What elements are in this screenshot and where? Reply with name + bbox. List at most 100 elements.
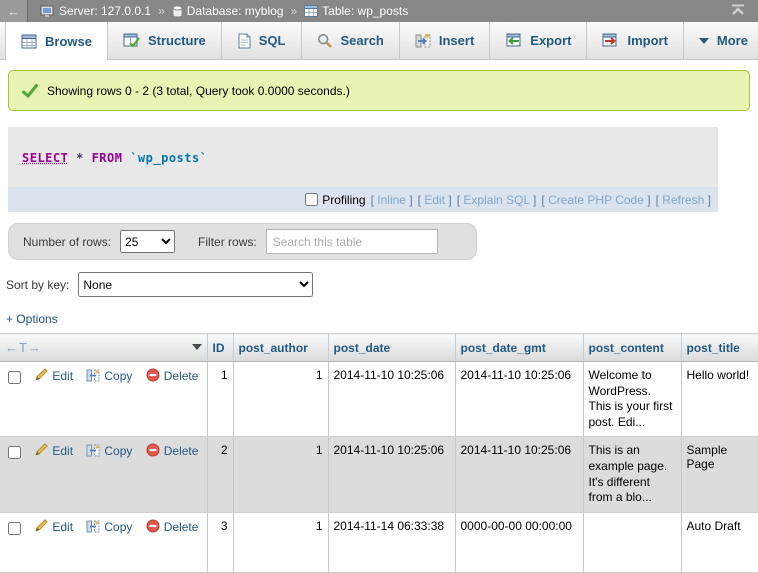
server-icon bbox=[40, 5, 55, 18]
filter-rows-input[interactable] bbox=[266, 229, 438, 254]
cell-post-title: Auto Draft bbox=[681, 512, 758, 572]
import-icon bbox=[602, 33, 619, 48]
sort-caret-icon[interactable] bbox=[192, 344, 202, 350]
export-icon bbox=[505, 33, 522, 48]
sql-keyword-select[interactable]: SELECT bbox=[22, 151, 68, 165]
tab-browse[interactable]: Browse bbox=[5, 22, 108, 60]
inline-link[interactable]: Inline bbox=[377, 193, 406, 207]
breadcrumb-database-label: Database: myblog bbox=[187, 4, 284, 18]
tab-insert[interactable]: Insert bbox=[400, 22, 490, 59]
column-header-post-date-gmt[interactable]: post_date_gmt bbox=[455, 334, 583, 362]
tab-import-label: Import bbox=[627, 33, 667, 48]
delete-row-link[interactable]: Delete bbox=[164, 369, 199, 383]
tab-more[interactable]: More bbox=[684, 22, 758, 59]
copy-row-link[interactable]: Copy bbox=[104, 520, 132, 534]
success-check-icon bbox=[22, 84, 38, 98]
results-table: ←T→ ID post_author post_date post_date_g… bbox=[0, 333, 758, 573]
edit-pencil-icon bbox=[34, 443, 48, 457]
breadcrumb-table[interactable]: Table: wp_posts bbox=[304, 4, 408, 18]
cell-post-author: 1 bbox=[233, 437, 328, 512]
profiling-checkbox[interactable] bbox=[305, 193, 318, 206]
number-of-rows-select[interactable]: 25 bbox=[120, 230, 175, 253]
table-row: Edit Copy Delete 1 1 2014-11-10 10:25:06… bbox=[0, 362, 758, 437]
table-icon bbox=[304, 5, 318, 17]
collapse-chevron-icon bbox=[730, 4, 746, 16]
create-php-code-link[interactable]: Create PHP Code bbox=[548, 193, 644, 207]
options-toggle-link[interactable]: + Options bbox=[6, 312, 58, 326]
edit-row-link[interactable]: Edit bbox=[52, 520, 73, 534]
column-header-post-date[interactable]: post_date bbox=[328, 334, 455, 362]
bracket: [ bbox=[656, 193, 659, 207]
tab-structure[interactable]: Structure bbox=[108, 22, 222, 59]
back-button[interactable]: ← bbox=[0, 0, 28, 22]
query-link-inline-group: [ Inline ] bbox=[371, 193, 413, 207]
results-header-row: ←T→ ID post_author post_date post_date_g… bbox=[0, 334, 758, 362]
column-toggle-arrows[interactable]: ←T→ bbox=[5, 340, 42, 355]
bracket: ] bbox=[409, 193, 412, 207]
profiling-label: Profiling bbox=[322, 193, 365, 207]
copy-row-icon bbox=[86, 444, 100, 457]
bracket: ] bbox=[448, 193, 451, 207]
collapse-panel-button[interactable] bbox=[730, 4, 746, 19]
sql-query: SELECT * FROM `wp_posts` bbox=[8, 127, 718, 187]
query-actions-strip: Profiling [ Inline ] [ Edit ] [ Explain … bbox=[8, 187, 718, 212]
query-link-edit-group: [ Edit ] bbox=[418, 193, 452, 207]
sql-icon bbox=[237, 33, 251, 49]
browse-icon bbox=[21, 34, 37, 49]
tab-sql-label: SQL bbox=[259, 33, 286, 48]
delete-row-icon bbox=[146, 368, 160, 382]
cell-post-content: This is an example page. It's different … bbox=[583, 437, 681, 512]
column-toggle-header[interactable]: ←T→ bbox=[0, 334, 207, 362]
breadcrumb-database[interactable]: Database: myblog bbox=[172, 4, 284, 18]
sort-by-key-select[interactable]: None bbox=[78, 272, 313, 297]
tab-sql[interactable]: SQL bbox=[222, 22, 302, 59]
delete-row-icon bbox=[146, 443, 160, 457]
tab-search[interactable]: Search bbox=[302, 22, 400, 59]
row-checkbox[interactable] bbox=[8, 371, 21, 384]
cell-post-date: 2014-11-14 06:33:38 bbox=[328, 512, 455, 572]
column-header-post-title[interactable]: post_title bbox=[681, 334, 758, 362]
success-message: Showing rows 0 - 2 (3 total, Query took … bbox=[8, 70, 750, 111]
success-message-text: Showing rows 0 - 2 (3 total, Query took … bbox=[47, 84, 350, 98]
explain-sql-link[interactable]: Explain SQL bbox=[463, 193, 529, 207]
tab-bar: Browse Structure SQL Search bbox=[0, 22, 758, 60]
copy-row-link[interactable]: Copy bbox=[104, 444, 132, 458]
cell-post-title: Sample Page bbox=[681, 437, 758, 512]
column-header-id[interactable]: ID bbox=[207, 334, 233, 362]
query-box: SELECT * FROM `wp_posts` Profiling [ Inl… bbox=[8, 127, 718, 212]
breadcrumb-server[interactable]: Server: 127.0.0.1 bbox=[40, 4, 151, 18]
database-icon bbox=[172, 5, 183, 18]
tab-import[interactable]: Import bbox=[587, 22, 683, 59]
delete-row-link[interactable]: Delete bbox=[164, 444, 199, 458]
cell-post-title: Hello world! bbox=[681, 362, 758, 437]
cell-id: 1 bbox=[207, 362, 233, 437]
breadcrumb-separator: » bbox=[158, 4, 165, 18]
edit-row-link[interactable]: Edit bbox=[52, 369, 73, 383]
row-actions: Edit Copy Delete bbox=[0, 362, 207, 437]
edit-pencil-icon bbox=[34, 519, 48, 533]
breadcrumb: Server: 127.0.0.1 » Database: myblog » T… bbox=[40, 4, 408, 18]
filter-rows-label: Filter rows: bbox=[198, 235, 257, 249]
delete-row-link[interactable]: Delete bbox=[164, 520, 199, 534]
cell-id: 2 bbox=[207, 437, 233, 512]
breadcrumb-table-label: Table: wp_posts bbox=[322, 4, 408, 18]
edit-query-link[interactable]: Edit bbox=[424, 193, 445, 207]
row-checkbox[interactable] bbox=[8, 446, 21, 459]
bracket: [ bbox=[371, 193, 374, 207]
bracket: [ bbox=[418, 193, 421, 207]
cell-id: 3 bbox=[207, 512, 233, 572]
bracket: ] bbox=[647, 193, 650, 207]
tab-more-label: More bbox=[717, 33, 748, 48]
row-actions: Edit Copy Delete bbox=[0, 512, 207, 572]
chevron-down-icon bbox=[699, 38, 709, 44]
refresh-link[interactable]: Refresh bbox=[662, 193, 704, 207]
column-header-post-content[interactable]: post_content bbox=[583, 334, 681, 362]
cell-post-author: 1 bbox=[233, 362, 328, 437]
copy-row-icon bbox=[86, 520, 100, 533]
row-checkbox[interactable] bbox=[8, 522, 21, 535]
breadcrumb-server-label: Server: 127.0.0.1 bbox=[59, 4, 151, 18]
tab-export[interactable]: Export bbox=[490, 22, 587, 59]
copy-row-link[interactable]: Copy bbox=[104, 369, 132, 383]
edit-row-link[interactable]: Edit bbox=[52, 444, 73, 458]
column-header-post-author[interactable]: post_author bbox=[233, 334, 328, 362]
